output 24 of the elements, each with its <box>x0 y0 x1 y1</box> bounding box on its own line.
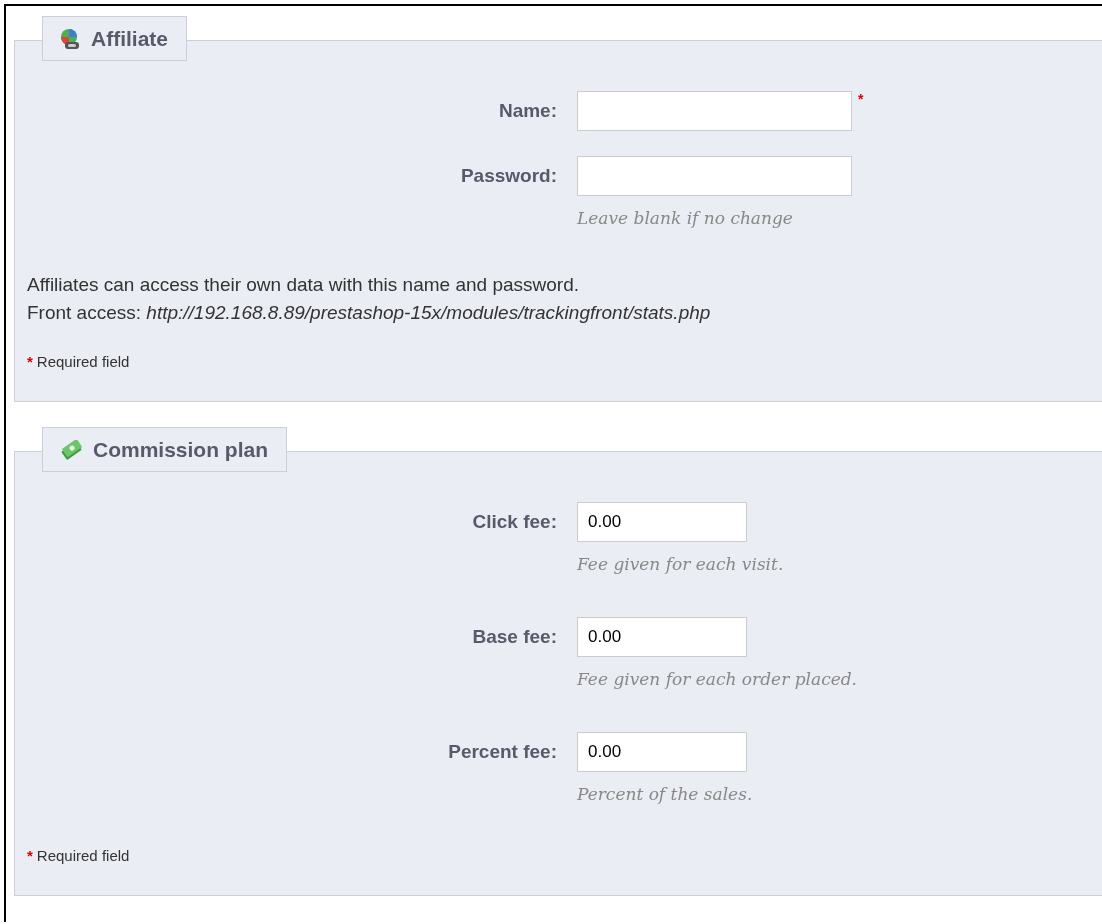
field-label: Base fee: <box>471 626 557 648</box>
section-title: Commission plan <box>93 437 269 462</box>
required-mark: * <box>27 847 33 864</box>
input-field[interactable] <box>577 91 852 131</box>
field-label: Click fee: <box>471 511 557 533</box>
required-mark: * <box>858 91 864 107</box>
field-hint: Percent of the sales. <box>577 784 753 804</box>
input-field[interactable]: 0.00 <box>577 502 747 542</box>
input-field[interactable] <box>577 156 852 196</box>
section-title: Affiliate <box>91 26 168 51</box>
required-note: Required field <box>36 847 130 864</box>
field-label: Password: <box>459 165 557 187</box>
input-field[interactable]: 0.00 <box>577 732 747 772</box>
field-hint: Fee given for each visit. <box>577 554 784 574</box>
info-text: Affiliates can access their own data with this name and password. <box>27 273 580 297</box>
required-note: Required field <box>36 353 130 370</box>
field-label: Percent fee: <box>447 741 557 763</box>
field-hint: Fee given for each order placed. <box>577 669 857 689</box>
field-hint: Leave blank if no change <box>577 208 793 228</box>
field-label: Name: <box>497 100 557 122</box>
input-field[interactable]: 0.00 <box>577 617 747 657</box>
required-mark: * <box>27 353 33 370</box>
info-text: Front access: http://192.168.8.89/prestashop-15x/modules/trackingfront/stats.php <box>27 301 712 325</box>
globe-chain-icon <box>59 27 81 50</box>
